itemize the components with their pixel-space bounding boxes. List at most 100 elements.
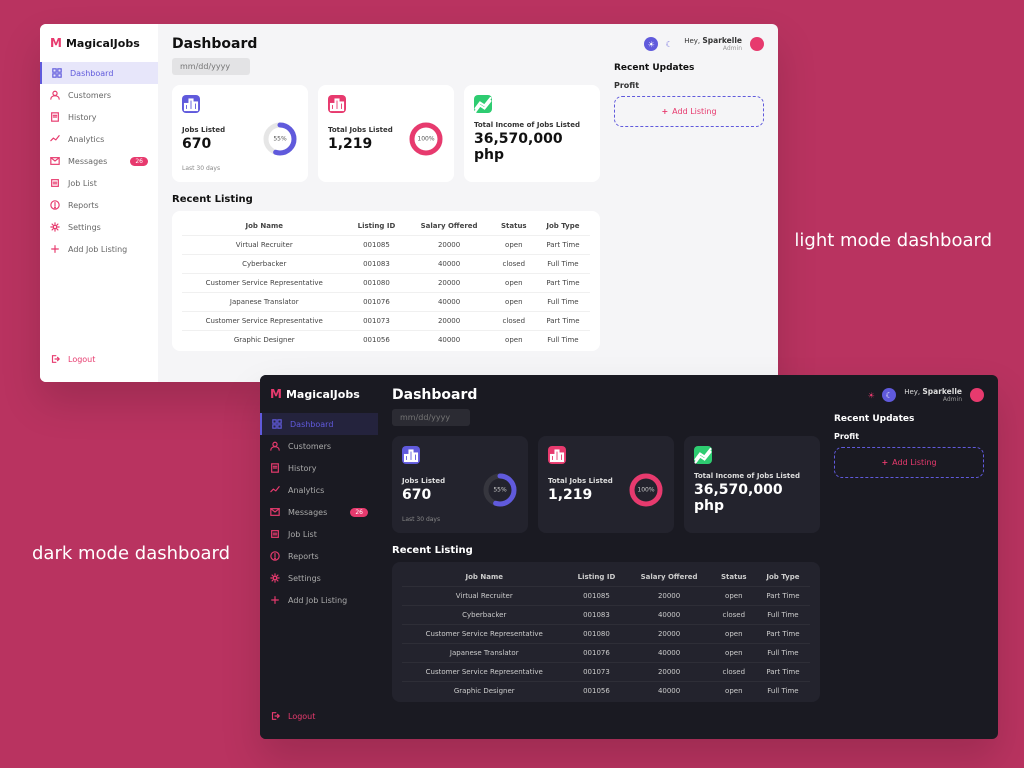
add-listing-button[interactable]: +Add Listing (614, 96, 764, 127)
updates-title: Recent Updates (834, 414, 984, 424)
table-cell: 001080 (567, 625, 627, 644)
mail-icon (50, 156, 60, 166)
sidebar-item-history[interactable]: History (260, 457, 378, 479)
sidebar-item-add-job-listing[interactable]: Add Job Listing (260, 589, 378, 611)
table-cell: 40000 (406, 293, 491, 312)
sidebar-item-messages[interactable]: Messages 26 (260, 501, 378, 523)
list-icon (50, 178, 60, 188)
sidebar-item-label: Reports (68, 201, 99, 210)
sidebar-item-label: Customers (68, 91, 111, 100)
user-info: Hey, SparkelleAdmin (904, 387, 962, 404)
plus-icon: + (661, 107, 668, 116)
chart-icon (50, 134, 60, 144)
trend-icon (694, 446, 712, 464)
avatar[interactable] (970, 388, 984, 402)
sidebar-item-customers[interactable]: Customers (260, 435, 378, 457)
receipt-icon (270, 463, 280, 473)
table-cell: 40000 (626, 606, 711, 625)
table-row[interactable]: Customer Service Representative001080200… (182, 274, 590, 293)
table-cell: open (712, 682, 756, 701)
table-row[interactable]: Graphic Designer00105640000openFull Time (402, 682, 810, 701)
table-cell: Part Time (536, 236, 590, 255)
table-cell: Part Time (756, 663, 810, 682)
user-icon (50, 90, 60, 100)
sidebar-item-history[interactable]: History (40, 106, 158, 128)
plus-icon: + (881, 458, 888, 467)
sidebar-item-customers[interactable]: Customers (40, 84, 158, 106)
avatar[interactable] (750, 37, 764, 51)
logo: MMagicalJobs (260, 387, 378, 413)
header-right: ☀ ☾ Hey, SparkelleAdmin (834, 387, 984, 404)
light-mode-toggle[interactable]: ☀ (644, 37, 658, 51)
table-cell: 20000 (626, 625, 711, 644)
table-row[interactable]: Customer Service Representative001080200… (402, 625, 810, 644)
sidebar-item-label: Messages (288, 508, 327, 517)
table-row[interactable]: Customer Service Representative001073200… (182, 312, 590, 331)
sidebar-item-label: Job List (68, 179, 97, 188)
table-cell: Customer Service Representative (182, 312, 347, 331)
caption-dark: dark mode dashboard (32, 543, 230, 564)
table-cell: open (492, 331, 536, 350)
sidebar-item-job-list[interactable]: Job List (260, 523, 378, 545)
table-cell: 001073 (347, 312, 407, 331)
gear-icon (270, 573, 280, 583)
light-mode-toggle[interactable]: ☀ (864, 388, 878, 402)
stat-card: Total Income of Jobs Listed36,570,000 ph… (464, 85, 600, 182)
badge: 26 (350, 508, 368, 517)
table-cell: closed (492, 312, 536, 331)
table-cell: 001076 (347, 293, 407, 312)
table-row[interactable]: Japanese Translator00107640000openFull T… (182, 293, 590, 312)
sidebar-item-settings[interactable]: Settings (40, 216, 158, 238)
progress-ring: 55% (482, 472, 518, 508)
plus-icon (50, 244, 60, 254)
sidebar-item-settings[interactable]: Settings (260, 567, 378, 589)
page-title: Dashboard (392, 387, 820, 403)
table-cell: 40000 (406, 255, 491, 274)
table-row[interactable]: Cyberbacker00108340000closedFull Time (402, 606, 810, 625)
table-cell: Virtual Recruiter (182, 236, 347, 255)
date-input[interactable] (172, 58, 250, 75)
table-row[interactable]: Virtual Recruiter00108520000openPart Tim… (182, 236, 590, 255)
table-row[interactable]: Customer Service Representative001073200… (402, 663, 810, 682)
table-cell: Virtual Recruiter (402, 587, 567, 606)
table-cell: Part Time (756, 587, 810, 606)
mail-icon (270, 507, 280, 517)
table-row[interactable]: Japanese Translator00107640000openFull T… (402, 644, 810, 663)
table-cell: Full Time (536, 293, 590, 312)
sidebar-item-label: Settings (288, 574, 321, 583)
sidebar-item-reports[interactable]: Reports (260, 545, 378, 567)
table-cell: Cyberbacker (402, 606, 567, 625)
profit-label: Profit (834, 432, 984, 441)
card-label: Total Income of Jobs Listed (694, 472, 810, 480)
table-row[interactable]: Graphic Designer00105640000openFull Time (182, 331, 590, 350)
sidebar: MMagicalJobsDashboardCustomersHistory Ana… (260, 375, 378, 739)
chart-icon (270, 485, 280, 495)
sidebar-item-analytics[interactable]: Analytics (40, 128, 158, 150)
table-cell: open (712, 625, 756, 644)
sidebar-item-job-list[interactable]: Job List (40, 172, 158, 194)
logout-button[interactable]: Logout (260, 705, 378, 727)
sidebar-item-add-job-listing[interactable]: Add Job Listing (40, 238, 158, 260)
table-header: Salary Offered (626, 568, 711, 587)
sidebar-item-label: Analytics (288, 486, 324, 495)
card-label: Jobs Listed (182, 126, 225, 134)
table-row[interactable]: Cyberbacker00108340000closedFull Time (182, 255, 590, 274)
sidebar-item-dashboard[interactable]: Dashboard (260, 413, 378, 435)
add-listing-button[interactable]: +Add Listing (834, 447, 984, 478)
table-row[interactable]: Virtual Recruiter00108520000openPart Tim… (402, 587, 810, 606)
dark-mode-toggle[interactable]: ☾ (662, 37, 676, 51)
gear-icon (50, 222, 60, 232)
date-input[interactable] (392, 409, 470, 426)
badge: 26 (130, 157, 148, 166)
caption-light: light mode dashboard (794, 230, 992, 251)
table-cell: open (492, 236, 536, 255)
table-cell: Graphic Designer (402, 682, 567, 701)
sidebar-item-messages[interactable]: Messages26 (40, 150, 158, 172)
sidebar-item-reports[interactable]: Reports (40, 194, 158, 216)
table-cell: 40000 (626, 644, 711, 663)
stat-card: Jobs Listed67055%Last 30 days (392, 436, 528, 533)
logout-button[interactable]: Logout (40, 348, 158, 370)
sidebar-item-analytics[interactable]: Analytics (260, 479, 378, 501)
dark-mode-toggle[interactable]: ☾ (882, 388, 896, 402)
sidebar-item-dashboard[interactable]: Dashboard (40, 62, 158, 84)
